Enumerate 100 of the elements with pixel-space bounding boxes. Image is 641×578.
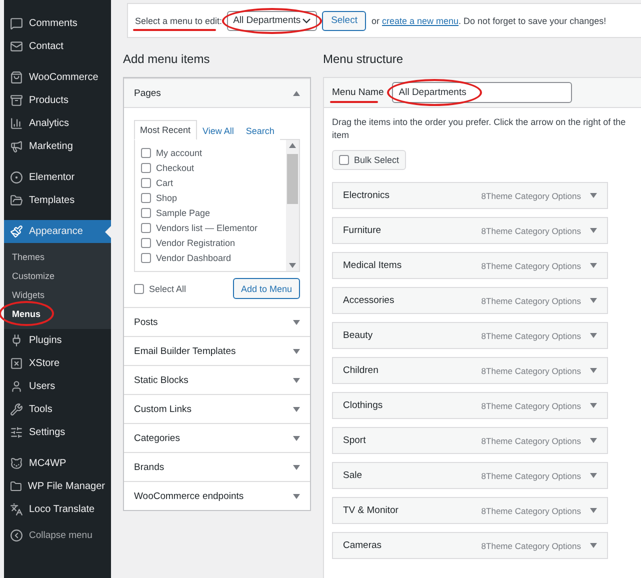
megaphone-icon: [10, 140, 23, 153]
checkbox[interactable]: [134, 284, 144, 294]
checkbox[interactable]: [141, 222, 151, 232]
caret-icon[interactable]: [293, 406, 300, 412]
submenu-item[interactable]: Widgets: [4, 285, 53, 304]
caret-icon[interactable]: [293, 320, 300, 324]
accordion-header[interactable]: Pages: [124, 78, 310, 107]
page-option[interactable]: My account: [141, 146, 280, 159]
caret-icon[interactable]: [590, 228, 597, 233]
caret-icon[interactable]: [590, 473, 597, 478]
sidebar-item[interactable]: Tools: [4, 398, 111, 421]
checkbox[interactable]: [141, 192, 151, 202]
scroll-down-icon[interactable]: [289, 263, 296, 268]
tab[interactable]: Most Recent: [134, 120, 197, 140]
menu-item-row[interactable]: Electronics 8Theme Category Options: [332, 182, 608, 209]
checkbox[interactable]: [141, 238, 151, 248]
checkbox[interactable]: [141, 252, 151, 262]
page-option[interactable]: Cart: [141, 176, 280, 189]
sidebar-item[interactable]: Products: [4, 89, 111, 112]
paintbrush-icon: [10, 225, 23, 238]
caret-icon[interactable]: [293, 90, 300, 96]
caret-icon[interactable]: [590, 438, 597, 443]
caret-icon[interactable]: [293, 436, 300, 440]
scrollbar[interactable]: [286, 140, 299, 271]
chevron-down-icon: [302, 18, 312, 24]
menu-item-row[interactable]: Accessories 8Theme Category Options: [332, 287, 608, 314]
submenu-item[interactable]: Customize: [4, 266, 63, 285]
menu-item-row[interactable]: TV & Monitor 8Theme Category Options: [332, 497, 608, 524]
collapse-menu-link[interactable]: Collapse menu: [4, 525, 111, 546]
caret-icon[interactable]: [293, 494, 300, 498]
sidebar-item[interactable]: XStore: [4, 352, 111, 375]
caret-icon[interactable]: [590, 263, 597, 268]
sidebar-item[interactable]: Users: [4, 375, 111, 398]
checkbox[interactable]: [339, 155, 349, 165]
select-button[interactable]: Select: [322, 10, 366, 30]
chevron-left-icon: [10, 529, 23, 542]
menu-select[interactable]: All Departments: [227, 10, 318, 30]
menu-item-row[interactable]: Children 8Theme Category Options: [332, 357, 608, 384]
checkbox[interactable]: [141, 162, 151, 172]
plug-icon: [10, 334, 23, 347]
menu-item-row[interactable]: Medical Items 8Theme Category Options: [332, 252, 608, 279]
page-option[interactable]: Vendor Registration: [141, 236, 280, 249]
checkbox[interactable]: [141, 178, 151, 188]
menu-item-row[interactable]: Sport 8Theme Category Options: [332, 427, 608, 454]
sidebar-item[interactable]: Analytics: [4, 112, 111, 135]
page-option[interactable]: Checkout: [141, 161, 280, 174]
sidebar-item[interactable]: Plugins: [4, 329, 111, 352]
sidebar-item[interactable]: Loco Translate: [4, 498, 111, 521]
caret-icon[interactable]: [590, 543, 597, 548]
sidebar-item[interactable]: MC4WP: [4, 452, 111, 475]
wrench-icon: [10, 403, 23, 416]
caret-icon[interactable]: [293, 348, 300, 354]
x-square-icon: [10, 357, 23, 370]
section-heading: Add menu items: [123, 52, 211, 66]
annotation-circle: [0, 301, 54, 326]
sidebar-item[interactable]: Marketing: [4, 135, 111, 158]
caret-icon[interactable]: [293, 464, 300, 470]
sidebar-item[interactable]: Appearance: [4, 220, 111, 243]
bar-chart-icon: [10, 117, 23, 130]
page-option[interactable]: Sample Page: [141, 206, 280, 219]
caret-icon[interactable]: [590, 193, 597, 198]
caret-icon[interactable]: [293, 378, 300, 382]
tab[interactable]: View All: [196, 121, 240, 140]
sidebar-item[interactable]: Templates: [4, 189, 111, 212]
submenu-item[interactable]: Themes: [4, 247, 53, 266]
folder-icon: [10, 194, 23, 207]
select-menu-label: Select a menu to edit:: [135, 16, 222, 26]
speech-bubble-icon: [10, 17, 23, 30]
caret-icon[interactable]: [590, 508, 597, 513]
caret-icon[interactable]: [590, 333, 597, 338]
menu-item-row[interactable]: Cameras 8Theme Category Options: [332, 532, 608, 559]
scroll-up-icon[interactable]: [289, 143, 296, 148]
page-option[interactable]: Shop: [141, 191, 280, 204]
select-all-option[interactable]: Select All: [134, 282, 186, 295]
caret-icon[interactable]: [590, 368, 597, 373]
sidebar-item[interactable]: WP File Manager: [4, 475, 111, 498]
menu-name-field[interactable]: All Departments: [392, 82, 572, 103]
menu-item-row[interactable]: Clothings 8Theme Category Options: [332, 392, 608, 419]
page-option[interactable]: Vendors list — Elementor: [141, 221, 280, 234]
instructions-text: Drag the items into the order you prefer. Click the arrow on the right of the item: [332, 116, 627, 142]
sidebar-item[interactable]: Contact: [4, 35, 111, 58]
menu-name-label: Menu Name: [332, 87, 384, 98]
menu-item-row[interactable]: Furniture 8Theme Category Options: [332, 217, 608, 244]
sidebar-item[interactable]: Elementor: [4, 166, 111, 189]
bulk-select-button[interactable]: Bulk Select: [332, 150, 406, 170]
menu-item-row[interactable]: Sale 8Theme Category Options: [332, 462, 608, 489]
caret-icon[interactable]: [590, 298, 597, 303]
sidebar-item[interactable]: WooCommerce: [4, 66, 111, 89]
menu-item-row[interactable]: Beauty 8Theme Category Options: [332, 322, 608, 349]
add-to-menu-button[interactable]: Add to Menu: [232, 278, 300, 299]
create-menu-link[interactable]: create a new menu: [382, 16, 459, 26]
sidebar-item[interactable]: Comments: [4, 12, 111, 35]
caret-icon[interactable]: [590, 403, 597, 408]
submenu-item[interactable]: Menus: [4, 304, 49, 323]
envelope-icon: [10, 40, 23, 53]
page-option[interactable]: Vendor Dashboard: [141, 251, 280, 264]
sidebar-item[interactable]: Settings: [4, 421, 111, 444]
checkbox[interactable]: [141, 148, 151, 158]
save-reminder-text: or create a new menu. Do not forget to save your changes!: [371, 16, 606, 26]
checkbox[interactable]: [141, 208, 151, 218]
